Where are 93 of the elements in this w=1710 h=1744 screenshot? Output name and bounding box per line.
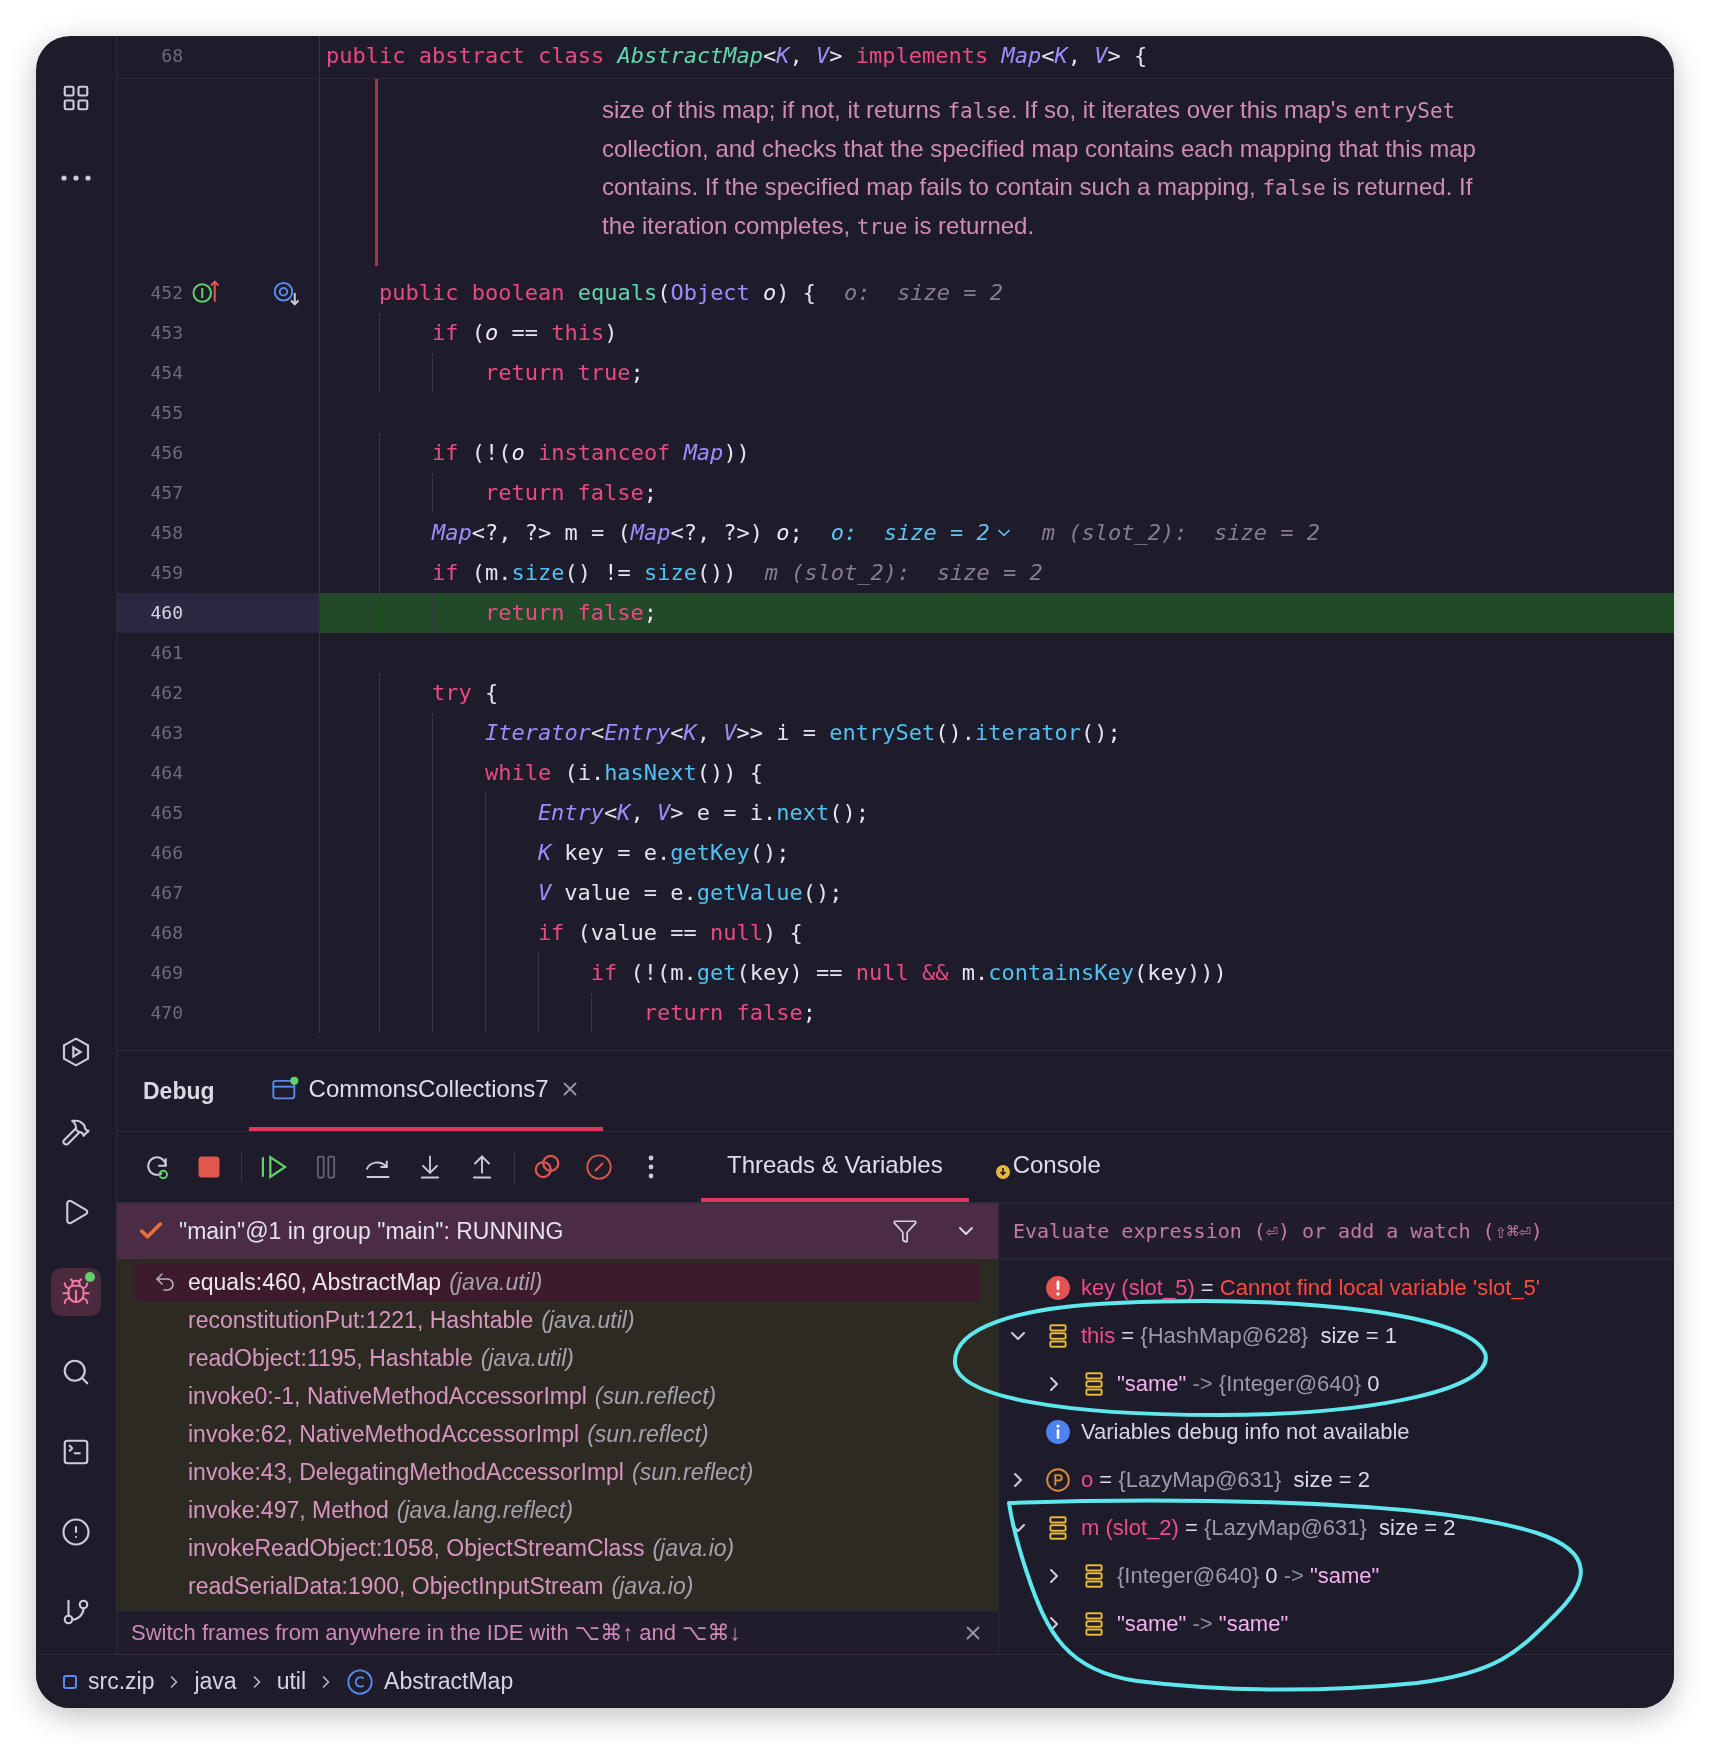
line-number: 466 [149,841,183,865]
line-number: 468 [149,921,183,945]
panel-title: Debug [143,1077,215,1105]
evaluate-field[interactable]: Evaluate expression (⏎) or add a watch (⇧⌘⏎) [999,1203,1674,1260]
line-number: 463 [149,721,183,745]
code-text: return true; [484,359,644,387]
line-number: 465 [149,801,183,825]
code-text: try { [431,679,499,707]
stack-frame[interactable]: reconstitutionPut:1221, Hashtable (java.util) [135,1301,980,1339]
variable-text: this = {HashMap@628} size = 1 [1081,1323,1397,1349]
stack-frame[interactable]: readObject:1195, Hashtable (java.util) [135,1339,980,1377]
inline-hint: o: size = 2 [830,519,990,547]
variable-text: {Integer@640} 0 -> "same" [1117,1563,1380,1589]
line-number: 464 [149,761,183,785]
variable-text: m (slot_2) = {LazyMap@631} size = 2 [1081,1515,1456,1541]
hexagon-play-icon [60,1036,92,1068]
code-text: public boolean equals(Object o) { [378,279,817,307]
breadcrumb[interactable]: util [276,1668,307,1695]
line-number: 456 [149,441,183,465]
terminal-icon [61,1437,91,1467]
line-number: 458 [149,521,183,545]
doc-comment: size of this map; if not, it returns false. If so, it iterates over this map's entrySet collection, and checks that the specified map contains each mapping that this map contains. If the specified map fails to contain such a mapping, false is returned. If the iteration completes, true is returned. [375,79,1674,266]
info-icon [1045,1419,1071,1445]
run-tab[interactable]: CommonsCollections7 [248,1051,603,1131]
line-number: 459 [149,561,183,585]
line-number: 461 [149,641,183,665]
code-text: Iterator<Entry<K, V>> i = entrySet().iterator(); [484,719,1121,747]
breadcrumb[interactable]: src.zip [88,1668,155,1695]
hint-text: Switch frames from anywhere in the IDE with ⌥⌘↑ and ⌥⌘↓ [131,1619,741,1646]
line-number: 455 [149,401,183,425]
variable-text: "same" -> {Integer@640} 0 [1117,1371,1380,1397]
code-text: return false; [484,479,658,507]
code-text: K key = e.getKey(); [537,839,790,867]
badge-icon [994,1164,1011,1180]
code-text: return false; [643,999,816,1027]
grid-icon [61,83,91,113]
stack-frame[interactable]: invoke:497, Method (java.lang.reflect) [135,1491,980,1529]
hammer-icon [61,1117,91,1147]
inline-hint: o: size = 2 [844,279,1004,307]
stack-frame[interactable]: equals:460, AbstractMap (java.util) [135,1263,980,1301]
bug-icon [61,1277,91,1307]
code-text: if (!(m.get(key) == null && m.containsKey(key))) [590,959,1227,987]
thread-label: "main"@1 in group "main": RUNNING [179,1217,565,1245]
code-text: while (i.hasNext()) { [484,759,764,787]
line-number: 452 [149,281,183,305]
filter-button[interactable] [892,1218,918,1244]
return-icon [153,1270,177,1294]
code-text: return false; [484,599,658,627]
inline-hint: m (slot_2): size = 2 [1041,519,1320,547]
more-icon [648,1155,654,1179]
line-number: 454 [149,361,183,385]
filter-icon [892,1218,918,1244]
stack-frame[interactable]: readSerialData:1900, ObjectInputStream (java.io) [135,1567,980,1605]
variable-text: Variables debug info not available [1081,1419,1410,1445]
parameter-icon [1045,1467,1071,1493]
line-number: 469 [149,961,183,985]
code-text: if (o == this) [431,319,618,347]
error-icon [1045,1275,1071,1301]
stack-frame[interactable]: invokeReadObject:1058, ObjectStreamClass (java.io) [135,1529,980,1567]
breadcrumb[interactable]: AbstractMap [384,1668,514,1695]
branch-icon [61,1597,91,1627]
code-text: Entry<K, V> e = i.next(); [537,799,870,827]
code-text: Map<?, ?> m = (Map<?, ?>) o; [431,519,803,547]
line-number: 467 [149,881,183,905]
variable-text: key (slot_5) = Cannot find local variable 'slot_5' [1081,1275,1541,1301]
breadcrumb[interactable]: java [194,1668,237,1695]
status-dot [85,1272,95,1282]
stack-frame[interactable]: invoke:43, DelegatingMethodAccessorImpl (sun.reflect) [135,1453,980,1491]
stack-frame[interactable]: invoke:62, NativeMethodAccessorImpl (sun.reflect) [135,1415,980,1453]
view-tab[interactable]: Console [968,1132,1127,1202]
window-icon [270,1076,299,1102]
class-icon [346,1667,375,1696]
variable-text: "same" -> "same" [1117,1611,1289,1637]
line-number: 453 [149,321,183,345]
mute-breakpoints-icon [585,1153,613,1181]
line-number: 68 [160,44,183,68]
code-text: if (value == null) { [537,919,803,947]
code-text: if (m.size() != size()) [431,559,737,587]
search-icon [61,1357,91,1387]
line-number: 457 [149,481,183,505]
code-text: if (!(o instanceof Map)) [431,439,750,467]
line-number: 462 [149,681,183,705]
stack-frame[interactable]: invoke0:-1, NativeMethodAccessorImpl (sun.reflect) [135,1377,980,1415]
line-number: 460 [117,593,183,633]
square-icon [62,1673,78,1690]
code-text: public abstract class AbstractMap<K, V> implements Map<K, V> { [326,42,1148,70]
tool-window-button[interactable] [51,1268,101,1316]
alert-icon [61,1517,91,1547]
inline-hint: m (slot_2): size = 2 [764,559,1043,587]
line-number: 470 [149,1001,183,1025]
more-icon [61,175,91,181]
variable-text: o = {LazyMap@631} size = 2 [1081,1467,1370,1493]
code-text: V value = e.getValue(); [537,879,843,907]
